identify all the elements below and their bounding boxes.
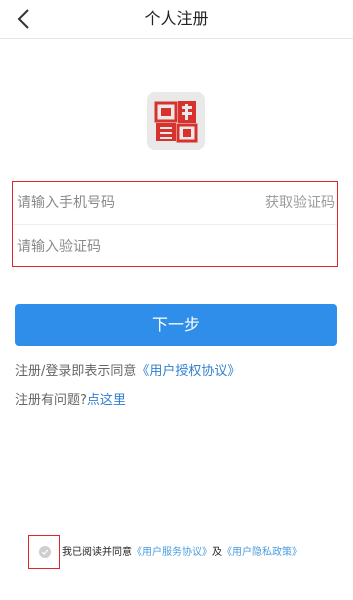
credentials-form: 获取验证码 <box>12 181 338 268</box>
seal-logo-icon <box>154 101 198 143</box>
phone-input[interactable] <box>17 182 247 224</box>
agreement-notice: 注册/登录即表示同意《用户授权协议》 <box>15 360 240 379</box>
app-logo <box>147 92 205 150</box>
registration-screen: 个人注册 获取验证码 下一步 注册/登录即表示同意《用户授权协议》 <box>0 0 353 600</box>
page-title: 个人注册 <box>144 9 209 28</box>
help-link[interactable]: 点这里 <box>87 393 126 408</box>
consent-prefix: 我已阅读并同意 <box>62 547 132 558</box>
agreement-prefix: 注册/登录即表示同意 <box>15 364 137 379</box>
user-privacy-policy-link[interactable]: 《用户隐私政策》 <box>222 547 302 558</box>
verification-code-input[interactable] <box>17 226 317 268</box>
phone-row: 获取验证码 <box>13 182 337 225</box>
top-bar: 个人注册 <box>0 0 353 39</box>
get-code-button[interactable]: 获取验证码 <box>265 182 335 224</box>
help-notice: 注册有问题?点这里 <box>15 389 126 408</box>
user-authorization-agreement-link[interactable]: 《用户授权协议》 <box>136 364 240 379</box>
consent-text: 我已阅读并同意《用户服务协议》及《用户隐私政策》 <box>62 546 302 560</box>
user-service-agreement-link[interactable]: 《用户服务协议》 <box>132 547 212 558</box>
next-step-button[interactable]: 下一步 <box>15 304 337 346</box>
help-prefix: 注册有问题? <box>15 393 87 408</box>
check-circle-icon <box>41 549 49 555</box>
consent-and: 及 <box>212 547 222 558</box>
code-row <box>13 226 337 268</box>
consent-checkbox[interactable] <box>39 546 51 558</box>
